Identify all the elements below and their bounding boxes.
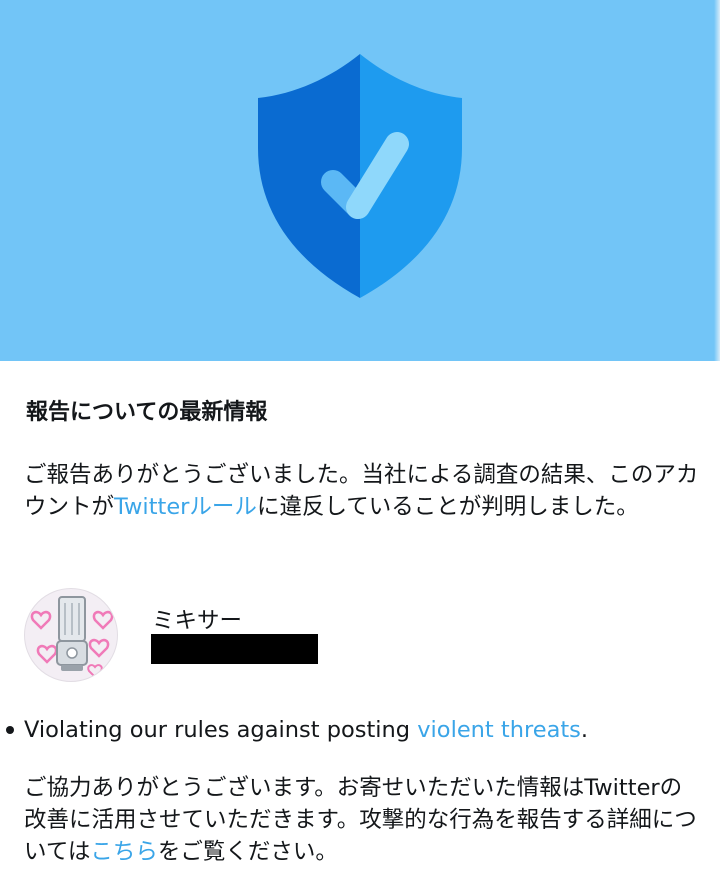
shield-check-icon [258,54,462,298]
report-message-after: に違反していることが判明しました。 [256,494,639,520]
twitter-rules-link[interactable]: Twitterルール [114,494,257,520]
account-name[interactable]: ミキサー [152,606,242,636]
violent-threats-link[interactable]: violent threats [417,717,581,743]
heart-icon [92,610,114,630]
heart-icon [88,638,110,658]
violation-list-item: Violating our rules against posting viol… [0,714,720,748]
heart-icon [30,610,52,630]
bullet-icon [6,726,14,734]
heart-icon [36,644,58,664]
learn-more-link[interactable]: こちら [90,839,158,865]
violation-description: Violating our rules against posting [24,717,418,743]
scroll-edge [714,0,720,361]
blender-with-hearts-avatar [30,596,114,679]
redacted-handle [151,634,318,664]
avatar[interactable] [24,588,118,682]
hero-banner [0,0,720,361]
report-heading: 報告についての最新情報 [26,400,268,425]
closing-message-after: をご覧ください。 [157,839,338,865]
violation-text: Violating our rules against posting viol… [24,714,588,746]
violation-period: . [580,717,589,743]
report-message: ご報告ありがとうございました。当社による調査の結果、このアカウントがTwitte… [24,459,704,523]
shield-left-half [258,54,360,298]
closing-message: ご協力ありがとうございます。お寄せいただいた情報はTwitterの改善に活用させ… [24,772,704,868]
